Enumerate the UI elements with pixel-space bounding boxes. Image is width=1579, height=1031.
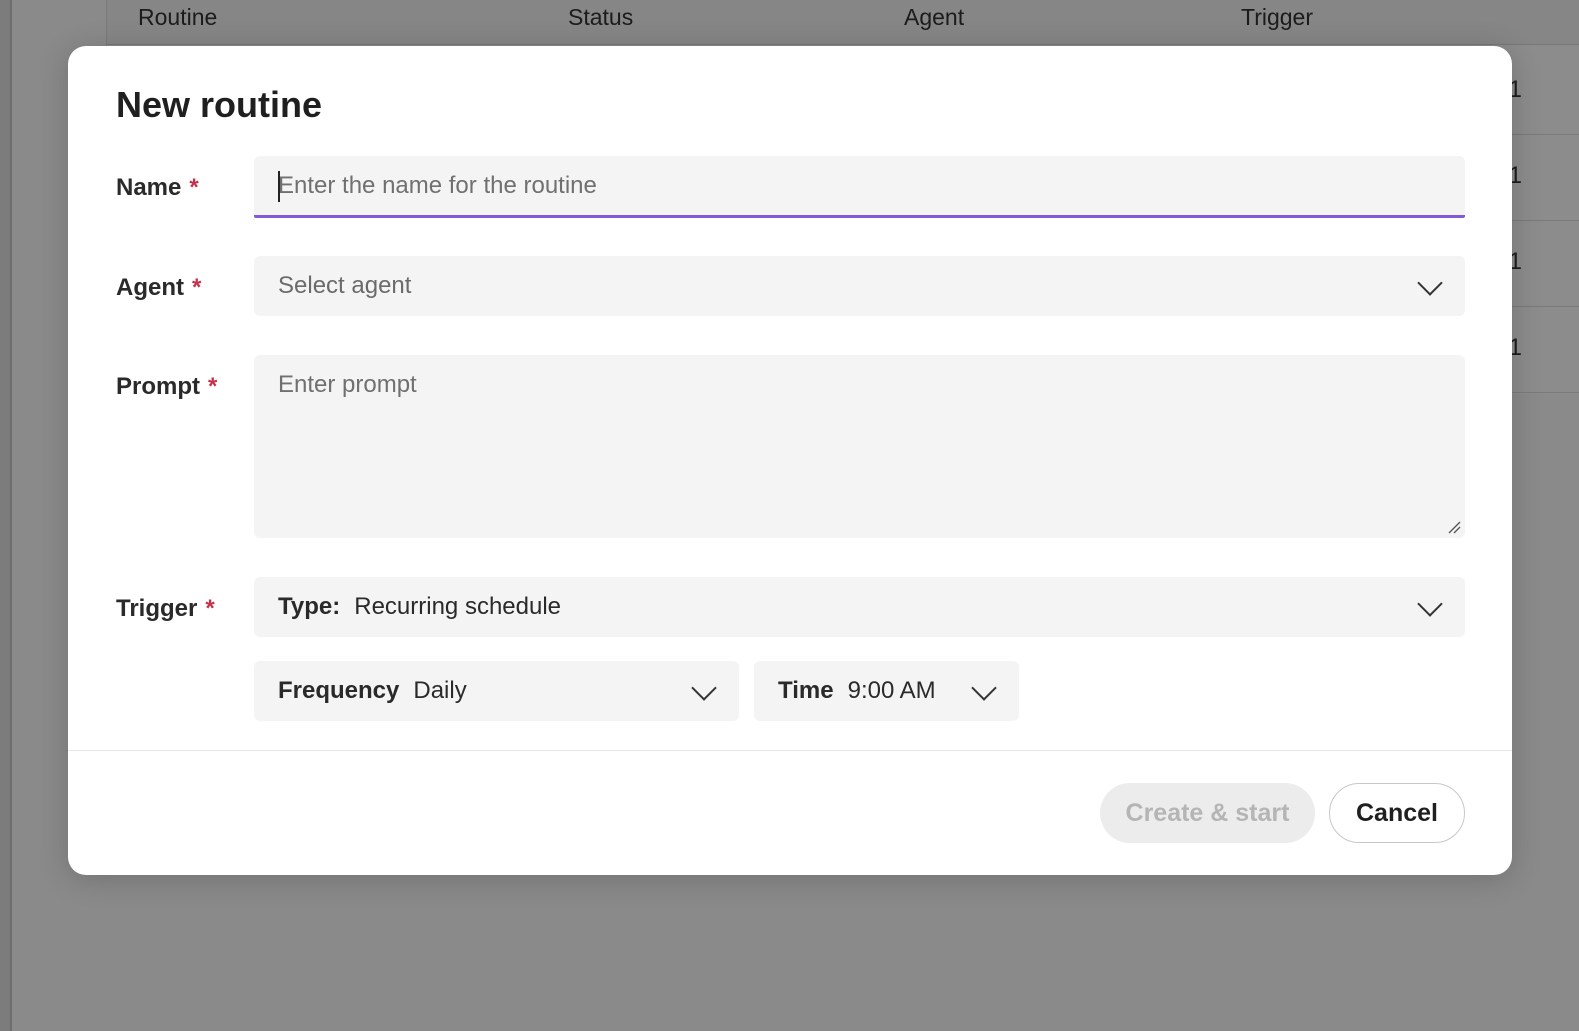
- required-asterisk: *: [189, 174, 199, 201]
- column-header-routine: Routine: [138, 4, 218, 30]
- agent-label: Agent *: [116, 274, 201, 302]
- cancel-button[interactable]: Cancel: [1329, 783, 1465, 843]
- footer-divider: [68, 750, 1512, 751]
- name-label: Name *: [116, 174, 199, 202]
- required-asterisk: *: [208, 373, 218, 400]
- frequency-select[interactable]: Frequency Daily: [254, 661, 739, 721]
- frequency-value: Daily: [413, 677, 467, 704]
- trigger-label-text: Trigger: [116, 595, 198, 622]
- column-header-trigger: Trigger: [1241, 4, 1313, 30]
- frequency-label: Frequency: [278, 677, 400, 704]
- prompt-label-text: Prompt: [116, 373, 200, 400]
- time-value: 9:00 AM: [847, 677, 936, 704]
- dialog-title: New routine: [116, 84, 323, 125]
- agent-placeholder: Select agent: [278, 272, 412, 299]
- column-header-status: Status: [568, 4, 634, 30]
- column-header-agent: Agent: [904, 4, 965, 30]
- table-header: Routine Status Agent Trigger: [107, 0, 1579, 45]
- chevron-down-icon: [1417, 270, 1443, 296]
- prompt-label: Prompt *: [116, 373, 217, 401]
- name-input[interactable]: [254, 156, 1465, 215]
- name-field[interactable]: [254, 156, 1465, 218]
- time-select[interactable]: Time 9:00 AM: [754, 661, 1019, 721]
- create-and-start-button[interactable]: Create & start: [1100, 783, 1315, 843]
- new-routine-dialog: New routine Name * Agent * Select agent Pr…: [68, 46, 1512, 875]
- agent-select[interactable]: Select agent: [254, 256, 1465, 316]
- name-label-text: Name: [116, 174, 182, 201]
- trigger-label: Trigger *: [116, 595, 215, 623]
- text-caret: [278, 171, 280, 202]
- chevron-down-icon: [691, 675, 717, 701]
- prompt-field[interactable]: [254, 355, 1465, 538]
- chevron-down-icon: [971, 675, 997, 701]
- prompt-textarea[interactable]: [254, 355, 1465, 538]
- time-label: Time: [778, 677, 834, 704]
- chevron-down-icon: [1417, 591, 1443, 617]
- trigger-type-label: Type:: [278, 593, 341, 620]
- required-asterisk: *: [192, 274, 202, 301]
- agent-label-text: Agent: [116, 274, 184, 301]
- trigger-type-value: Recurring schedule: [354, 593, 562, 620]
- resize-handle-icon[interactable]: [1447, 520, 1461, 534]
- required-asterisk: *: [205, 595, 215, 622]
- trigger-type-select[interactable]: Type: Recurring schedule: [254, 577, 1465, 637]
- left-rail: [0, 0, 12, 1031]
